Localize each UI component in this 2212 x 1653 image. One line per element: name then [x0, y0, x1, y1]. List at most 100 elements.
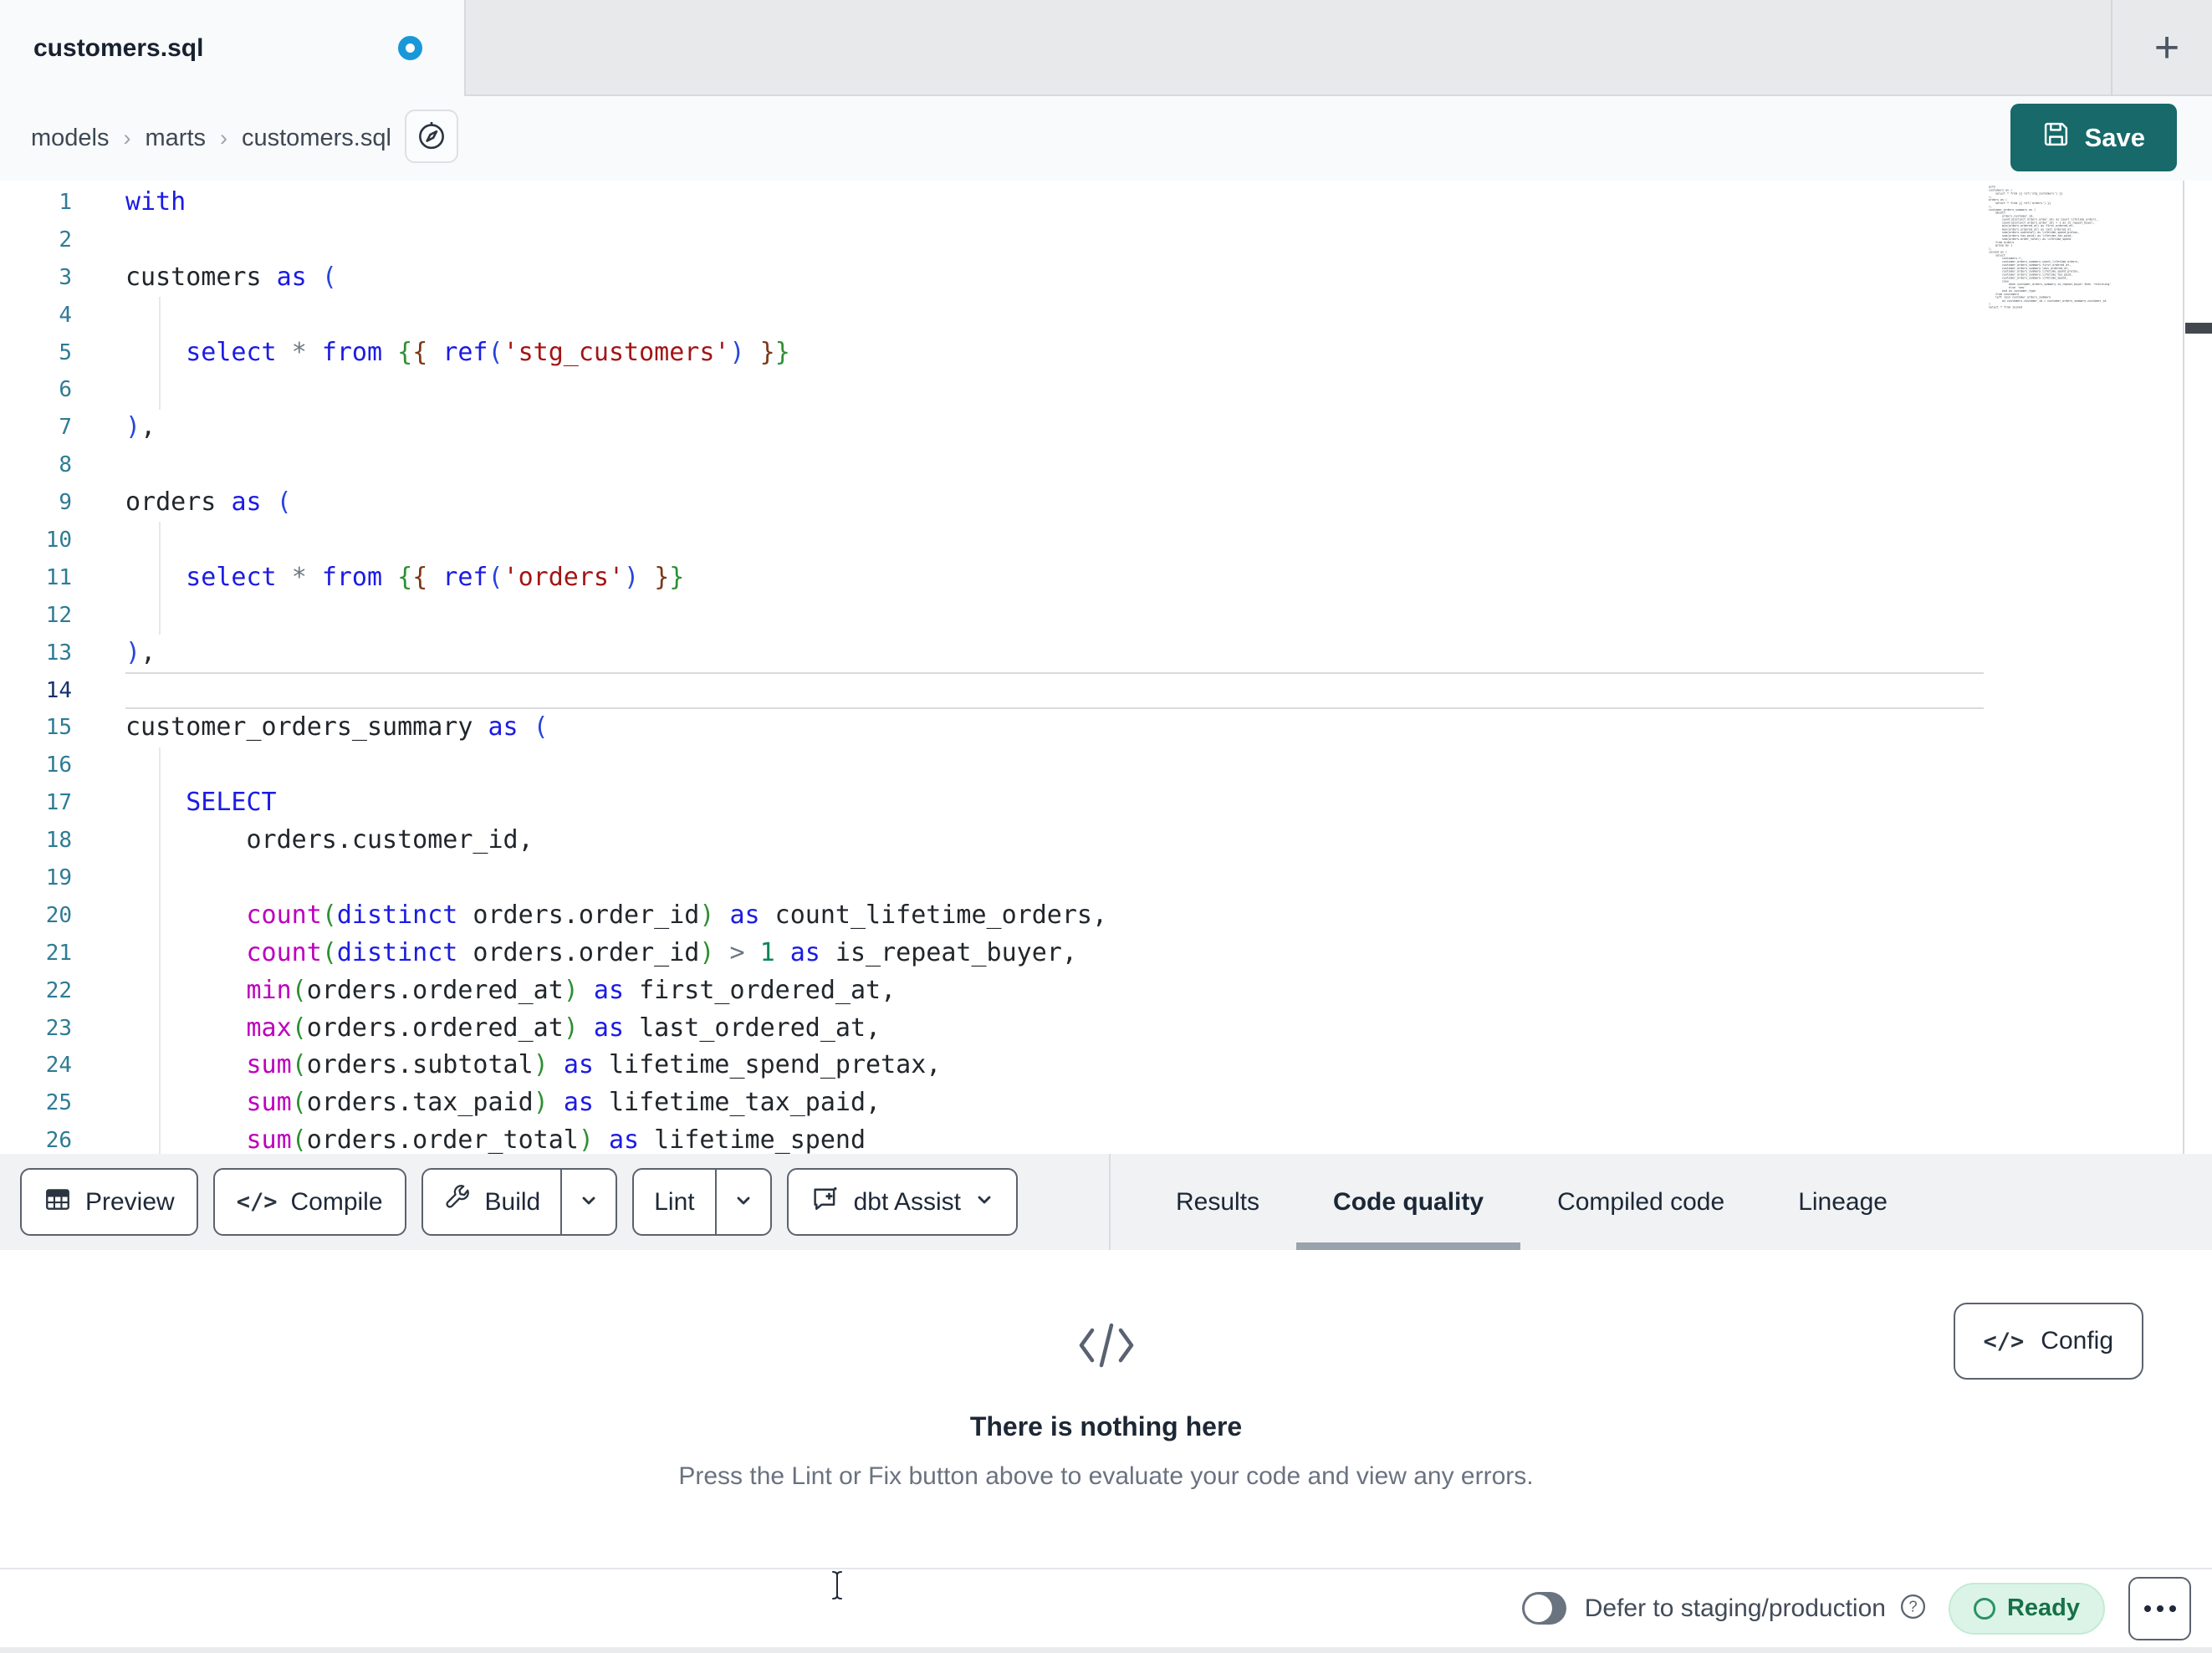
line-number[interactable]: 5	[0, 334, 72, 372]
breadcrumb-item[interactable]: customers.sql	[242, 125, 391, 152]
line-number[interactable]: 21	[0, 935, 72, 972]
panel-tab-code-quality[interactable]: Code quality	[1296, 1154, 1521, 1250]
line-number[interactable]: 2	[0, 222, 72, 259]
defer-toggle[interactable]	[1521, 1592, 1566, 1625]
lint-split-button: Lint	[632, 1168, 772, 1236]
code-line[interactable]: customer_orders_summary as (	[125, 709, 1984, 747]
line-number[interactable]: 20	[0, 897, 72, 935]
build-label: Build	[484, 1187, 541, 1216]
save-button[interactable]: Save	[2010, 104, 2177, 171]
scrollbar-thumb[interactable]	[2185, 323, 2212, 334]
lint-dropdown-button[interactable]	[714, 1170, 770, 1234]
code-content[interactable]: with customers as ( select * from {{ ref(…	[125, 184, 1984, 1154]
breadcrumb-item[interactable]: models	[31, 125, 110, 152]
line-number[interactable]: 14	[0, 672, 72, 710]
lint-button[interactable]: Lint	[634, 1170, 714, 1234]
scrollbar-track	[2183, 181, 2184, 1154]
chevron-down-icon	[733, 1191, 754, 1213]
line-number[interactable]: 15	[0, 709, 72, 747]
code-line[interactable]	[125, 222, 1984, 259]
code-line[interactable]	[125, 747, 1984, 784]
code-line[interactable]: min(orders.ordered_at) as first_ordered_…	[125, 972, 1984, 1010]
line-number[interactable]: 3	[0, 259, 72, 297]
help-icon[interactable]: ?	[1899, 1593, 1927, 1625]
code-line[interactable]: SELECT	[125, 784, 1984, 822]
line-number[interactable]: 19	[0, 860, 72, 897]
empty-state: There is nothing here Press the Lint or …	[0, 1250, 2212, 1491]
line-number[interactable]: 22	[0, 972, 72, 1010]
breadcrumb-separator: ›	[220, 125, 227, 151]
tab-customers-sql[interactable]: customers.sql	[0, 0, 466, 96]
line-number[interactable]: 24	[0, 1047, 72, 1084]
line-number[interactable]: 23	[0, 1010, 72, 1048]
line-number[interactable]: 9	[0, 484, 72, 522]
save-label: Save	[2084, 122, 2145, 152]
line-number[interactable]: 7	[0, 409, 72, 446]
code-line[interactable]: sum(orders.order_total) as lifetime_spen…	[125, 1122, 1984, 1154]
code-line[interactable]	[125, 522, 1984, 559]
code-editor[interactable]: 1 2 3 4 5 6 7 8 9 10 11 12 13 14 15 16 17 18 19 20 21 22 23 24 2…	[0, 181, 2212, 1154]
code-line[interactable]: with	[125, 184, 1984, 222]
breadcrumb-item[interactable]: marts	[146, 125, 207, 152]
line-number[interactable]: 13	[0, 635, 72, 672]
ide-status-badge[interactable]: Ready	[1948, 1582, 2105, 1635]
build-button[interactable]: Build	[423, 1170, 561, 1234]
panel-tab-lineage[interactable]: Lineage	[1761, 1154, 1924, 1250]
preview-label: Preview	[85, 1187, 175, 1216]
code-line[interactable]: max(orders.ordered_at) as last_ordered_a…	[125, 1010, 1984, 1048]
code-line[interactable]: ),	[125, 409, 1984, 446]
line-number[interactable]: 16	[0, 747, 72, 784]
code-brackets-icon	[1077, 1322, 1136, 1373]
panel-tab-compiled-code[interactable]: Compiled code	[1520, 1154, 1761, 1250]
line-number-gutter[interactable]: 1 2 3 4 5 6 7 8 9 10 11 12 13 14 15 16 17 18 19 20 21 22 23 24 2…	[0, 184, 72, 1154]
code-line[interactable]	[125, 446, 1984, 484]
config-button[interactable]: </> Config	[1953, 1303, 2143, 1380]
code-line[interactable]: sum(orders.tax_paid) as lifetime_tax_pai…	[125, 1084, 1984, 1122]
ready-label: Ready	[2006, 1594, 2080, 1621]
dbt-assist-button[interactable]: dbt Assist	[786, 1168, 1019, 1236]
file-header: models › marts › customers.sql Save	[0, 96, 2212, 181]
line-number[interactable]: 18	[0, 822, 72, 860]
line-number[interactable]: 17	[0, 784, 72, 822]
code-line[interactable]	[125, 597, 1984, 635]
panel-tabs: Results Code quality Compiled code Lineage	[1139, 1154, 1924, 1250]
chevron-down-icon	[579, 1191, 599, 1213]
new-tab-button[interactable]: +	[2122, 0, 2212, 94]
editor-minimap[interactable]: with customers as ( select * from {{ ref(…	[1989, 186, 2180, 309]
code-line[interactable]: customers as (	[125, 259, 1984, 297]
wrench-icon	[443, 1184, 472, 1220]
more-options-button[interactable]	[2128, 1576, 2191, 1640]
assist-chat-sparkle-icon	[810, 1184, 840, 1221]
preview-button[interactable]: Preview	[20, 1168, 198, 1236]
panel-tab-results[interactable]: Results	[1139, 1154, 1296, 1250]
code-line[interactable]: ),	[125, 635, 1984, 672]
code-line[interactable]: count(distinct orders.order_id) > 1 as i…	[125, 935, 1984, 972]
line-number[interactable]: 26	[0, 1122, 72, 1154]
line-number[interactable]: 8	[0, 446, 72, 484]
code-line[interactable]: count(distinct orders.order_id) as count…	[125, 897, 1984, 935]
config-label: Config	[2041, 1327, 2113, 1355]
line-number[interactable]: 6	[0, 371, 72, 409]
code-icon: </>	[236, 1189, 278, 1215]
code-line[interactable]	[125, 860, 1984, 897]
code-line[interactable]	[125, 671, 1984, 710]
line-number[interactable]: 1	[0, 184, 72, 222]
compile-button[interactable]: </> Compile	[212, 1168, 406, 1236]
navigate-file-button[interactable]	[405, 110, 458, 163]
code-line[interactable]: sum(orders.subtotal) as lifetime_spend_p…	[125, 1047, 1984, 1084]
table-icon	[43, 1185, 72, 1220]
code-line[interactable]	[125, 297, 1984, 334]
code-line[interactable]: select * from {{ ref('stg_customers') }}	[125, 334, 1984, 372]
code-line[interactable]: orders as (	[125, 484, 1984, 522]
line-number[interactable]: 4	[0, 297, 72, 334]
editor-actions: Preview </> Compile Build Lint dbt Assis…	[20, 1168, 1019, 1236]
line-number[interactable]: 25	[0, 1084, 72, 1122]
line-number[interactable]: 12	[0, 597, 72, 635]
line-number[interactable]: 10	[0, 522, 72, 559]
code-line[interactable]: select * from {{ ref('orders') }}	[125, 559, 1984, 597]
code-line[interactable]: orders.customer_id,	[125, 822, 1984, 860]
status-ring-icon	[1973, 1597, 1995, 1620]
build-dropdown-button[interactable]	[560, 1170, 616, 1234]
code-line[interactable]	[125, 371, 1984, 409]
line-number[interactable]: 11	[0, 559, 72, 597]
